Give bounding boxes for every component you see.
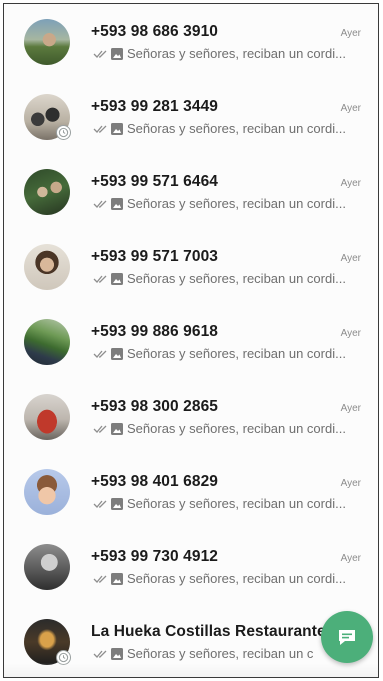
new-chat-button[interactable]: [321, 611, 373, 663]
chat-preview-line: Señoras y señores, reciban un cordi...: [93, 421, 373, 436]
chat-name: +593 99 730 4912: [91, 548, 219, 565]
image-icon: [111, 497, 123, 510]
chat-row[interactable]: +593 99 886 9618 Ayer Señoras y señores,…: [4, 304, 378, 379]
chat-time: Ayer: [340, 328, 361, 339]
chat-name: +593 99 571 7003: [91, 248, 219, 265]
clock-icon: [58, 652, 69, 663]
chat-time: Ayer: [340, 28, 361, 39]
double-check-icon: [93, 125, 107, 133]
double-check-icon: [93, 50, 107, 58]
list-fade: [4, 663, 378, 677]
image-icon: [111, 647, 123, 660]
chat-name: +593 99 886 9618: [91, 323, 219, 340]
chat-preview: Señoras y señores, reciban un cordi...: [127, 346, 346, 361]
avatar[interactable]: [24, 319, 70, 365]
chat-preview: Señoras y señores, reciban un cordi...: [127, 271, 346, 286]
double-check-icon: [93, 650, 107, 658]
chat-preview-line: Señoras y señores, reciban un cordi...: [93, 571, 373, 586]
chat-row[interactable]: +593 98 300 2865 Ayer Señoras y señores,…: [4, 379, 378, 454]
image-icon: [111, 47, 123, 60]
chat-time: Ayer: [340, 253, 361, 264]
chat-list[interactable]: +593 98 686 3910 Ayer Señoras y señores,…: [4, 4, 378, 677]
chat-time: Ayer: [340, 178, 361, 189]
image-icon: [111, 272, 123, 285]
chat-time: Ayer: [340, 403, 361, 414]
chat-preview: Señoras y señores, reciban un c: [127, 646, 314, 661]
chat-row[interactable]: +593 99 571 6464 Ayer Señoras y señores,…: [4, 154, 378, 229]
image-icon: [111, 347, 123, 360]
chat-preview: Señoras y señores, reciban un cordi...: [127, 196, 346, 211]
chat-name: +593 99 571 6464: [91, 173, 219, 190]
chat-name: +593 98 686 3910: [91, 23, 219, 40]
chat-name: La Hueka Costillas Restaurante: [91, 623, 326, 640]
image-icon: [111, 197, 123, 210]
chat-name: +593 99 281 3449: [91, 98, 219, 115]
avatar[interactable]: [24, 244, 70, 290]
chat-row[interactable]: +593 99 730 4912 Ayer Señoras y señores,…: [4, 529, 378, 604]
double-check-icon: [93, 350, 107, 358]
chat-preview: Señoras y señores, reciban un cordi...: [127, 421, 346, 436]
double-check-icon: [93, 575, 107, 583]
status-ring: [56, 125, 71, 140]
chat-row[interactable]: +593 98 401 6829 Ayer Señoras y señores,…: [4, 454, 378, 529]
double-check-icon: [93, 500, 107, 508]
chat-name: +593 98 300 2865: [91, 398, 219, 415]
chat-preview-line: Señoras y señores, reciban un cordi...: [93, 346, 373, 361]
image-icon: [111, 122, 123, 135]
chat-preview-line: Señoras y señores, reciban un cordi...: [93, 496, 373, 511]
chat-list-screen: +593 98 686 3910 Ayer Señoras y señores,…: [3, 3, 379, 678]
avatar[interactable]: [24, 19, 70, 65]
double-check-icon: [93, 425, 107, 433]
chat-row[interactable]: +593 99 281 3449 Ayer Señoras y señores,…: [4, 79, 378, 154]
chat-time: Ayer: [340, 478, 361, 489]
clock-icon: [58, 127, 69, 138]
chat-row[interactable]: +593 99 571 7003 Ayer Señoras y señores,…: [4, 229, 378, 304]
avatar[interactable]: [24, 544, 70, 590]
image-icon: [111, 422, 123, 435]
chat-time: Ayer: [340, 103, 361, 114]
chat-preview: Señoras y señores, reciban un cordi...: [127, 571, 346, 586]
chat-row[interactable]: +593 98 686 3910 Ayer Señoras y señores,…: [4, 4, 378, 79]
avatar[interactable]: [24, 394, 70, 440]
avatar[interactable]: [24, 469, 70, 515]
avatar[interactable]: [24, 169, 70, 215]
chat-preview-line: Señoras y señores, reciban un cordi...: [93, 121, 373, 136]
new-chat-icon: [339, 630, 355, 645]
double-check-icon: [93, 275, 107, 283]
chat-preview: Señoras y señores, reciban un cordi...: [127, 496, 346, 511]
chat-time: Ayer: [340, 553, 361, 564]
chat-preview: Señoras y señores, reciban un cordi...: [127, 46, 346, 61]
image-icon: [111, 572, 123, 585]
double-check-icon: [93, 200, 107, 208]
chat-preview-line: Señoras y señores, reciban un cordi...: [93, 196, 373, 211]
chat-preview-line: Señoras y señores, reciban un cordi...: [93, 46, 373, 61]
chat-name: +593 98 401 6829: [91, 473, 219, 490]
chat-preview: Señoras y señores, reciban un cordi...: [127, 121, 346, 136]
chat-preview-line: Señoras y señores, reciban un cordi...: [93, 271, 373, 286]
